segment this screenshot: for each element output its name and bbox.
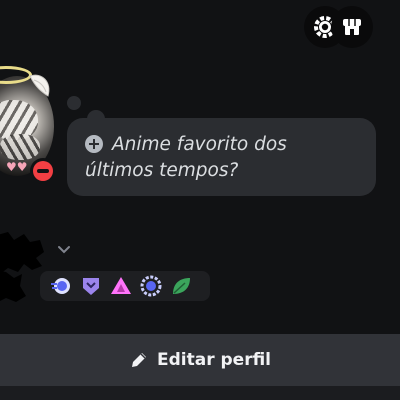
edit-profile-button[interactable]: Editar perfil bbox=[0, 334, 400, 386]
custom-status-text: Anime favorito dos últimos tempos? bbox=[85, 134, 287, 181]
hypesquad-badge-icon[interactable] bbox=[50, 275, 72, 297]
avatar[interactable]: ♥♥ bbox=[0, 58, 58, 188]
avatar-hands-art-lower bbox=[0, 134, 40, 160]
bottom-divider bbox=[0, 386, 400, 400]
custom-status-bubble[interactable]: Anime favorito dos últimos tempos? bbox=[67, 118, 376, 196]
boost-badge-icon[interactable] bbox=[110, 275, 132, 297]
badge-list bbox=[40, 271, 210, 301]
chevron-down-icon[interactable] bbox=[56, 242, 72, 258]
hearts-decoration-icon: ♥♥ bbox=[6, 160, 28, 174]
plus-circle-icon bbox=[85, 135, 103, 153]
quest-badge-icon[interactable] bbox=[140, 275, 162, 297]
shop-icon bbox=[343, 19, 361, 35]
presence-status-indicator bbox=[30, 158, 56, 184]
nitro-tier-badge-icon[interactable] bbox=[80, 275, 102, 297]
wing-decoration-icon bbox=[29, 74, 50, 97]
pencil-icon bbox=[131, 353, 146, 367]
edit-profile-label: Editar perfil bbox=[156, 350, 272, 370]
shop-button[interactable] bbox=[331, 6, 373, 48]
status-bubble-tail-small bbox=[67, 96, 81, 110]
leaf-badge-icon[interactable] bbox=[170, 275, 192, 297]
do-not-disturb-icon bbox=[33, 161, 53, 181]
